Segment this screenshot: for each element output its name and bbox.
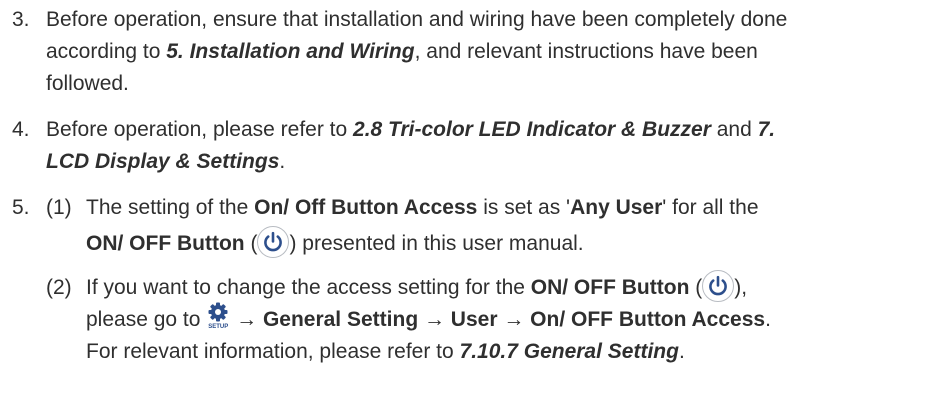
power-icon xyxy=(257,226,290,259)
item-text: Before operation, ensure that installati… xyxy=(46,8,788,95)
sub-item-label: (2) xyxy=(46,276,72,299)
sub-item-label: (1) xyxy=(46,196,72,219)
item-number: 5. xyxy=(12,196,30,219)
item-number: 4. xyxy=(12,118,30,141)
setup-label: SETUP xyxy=(208,324,229,331)
section-reference: 5. Installation and Wiring xyxy=(166,40,415,63)
item-number: 3. xyxy=(12,8,30,31)
document-page: 3. Before operation, ensure that install… xyxy=(0,0,950,398)
setup-gear-icon: SETUP xyxy=(206,301,230,333)
item-text: Before operation, please refer to 2.8 Tr… xyxy=(46,118,776,173)
power-icon xyxy=(702,270,735,303)
section-reference: LCD Display & Settings xyxy=(46,150,280,173)
section-reference: 7. xyxy=(757,118,776,141)
section-reference: 7.10.7 General Setting xyxy=(459,340,679,363)
section-reference: 2.8 Tri-color LED Indicator & Buzzer xyxy=(353,118,711,141)
